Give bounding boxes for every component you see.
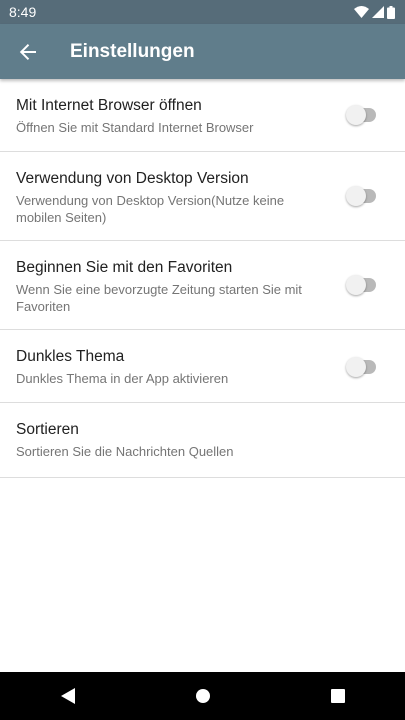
setting-desktop-version[interactable]: Verwendung von Desktop Version Verwendun… bbox=[0, 152, 405, 241]
setting-summary: Öffnen Sie mit Standard Internet Browser bbox=[16, 120, 254, 135]
setting-title: Dunkles Thema bbox=[16, 348, 125, 365]
open-in-browser-toggle[interactable] bbox=[346, 105, 378, 125]
dark-theme-toggle[interactable] bbox=[346, 357, 378, 377]
setting-summary: Dunkles Thema in der App aktivieren bbox=[16, 371, 229, 386]
setting-dark-theme[interactable]: Dunkles Thema Dunkles Thema in der App a… bbox=[0, 330, 405, 403]
status-icons bbox=[354, 5, 395, 19]
toggle-thumb bbox=[346, 275, 366, 295]
battery-icon bbox=[387, 5, 395, 19]
nav-home-button[interactable] bbox=[173, 672, 233, 720]
setting-title: Sortieren bbox=[16, 421, 79, 438]
status-bar: 8:49 bbox=[0, 0, 405, 24]
nav-recents-button[interactable] bbox=[308, 672, 368, 720]
desktop-version-toggle[interactable] bbox=[346, 186, 378, 206]
toggle-thumb bbox=[346, 186, 366, 206]
toggle-thumb bbox=[346, 357, 366, 377]
setting-open-in-browser[interactable]: Mit Internet Browser öffnen Öffnen Sie m… bbox=[0, 79, 405, 152]
setting-summary: Sortieren Sie die Nachrichten Quellen bbox=[16, 444, 234, 459]
nav-back-button[interactable] bbox=[38, 672, 98, 720]
triangle-back-icon bbox=[60, 688, 75, 704]
setting-title: Mit Internet Browser öffnen bbox=[16, 97, 202, 114]
setting-title: Verwendung von Desktop Version bbox=[16, 170, 249, 187]
setting-sort[interactable]: Sortieren Sortieren Sie die Nachrichten … bbox=[0, 403, 405, 478]
settings-list: Mit Internet Browser öffnen Öffnen Sie m… bbox=[0, 79, 405, 478]
setting-summary: Wenn Sie eine bevorzugte Zeitung starten… bbox=[16, 282, 302, 314]
start-with-favorites-toggle[interactable] bbox=[346, 275, 378, 295]
page-title: Einstellungen bbox=[70, 40, 195, 62]
toggle-thumb bbox=[346, 105, 366, 125]
setting-summary: Verwendung von Desktop Version(Nutze kei… bbox=[16, 193, 285, 225]
app-bar: Einstellungen bbox=[0, 24, 405, 79]
signal-icon bbox=[372, 6, 384, 18]
setting-start-with-favorites[interactable]: Beginnen Sie mit den Favoriten Wenn Sie … bbox=[0, 241, 405, 330]
arrow-back-icon bbox=[19, 43, 36, 60]
square-recents-icon bbox=[330, 689, 345, 703]
circle-home-icon bbox=[195, 689, 210, 703]
wifi-icon bbox=[354, 6, 369, 18]
navigation-bar bbox=[0, 672, 405, 720]
back-button[interactable] bbox=[0, 24, 56, 79]
setting-title: Beginnen Sie mit den Favoriten bbox=[16, 259, 233, 276]
status-time: 8:49 bbox=[9, 4, 37, 20]
